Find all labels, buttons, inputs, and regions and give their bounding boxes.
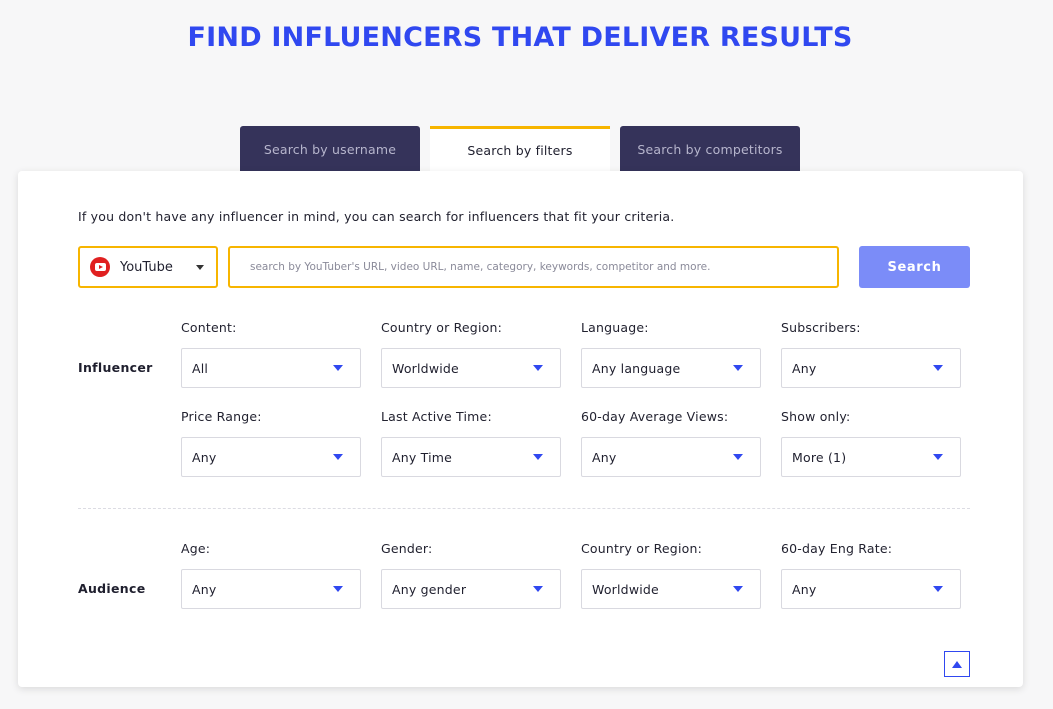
audience-section-label: Audience [78,581,146,596]
show-only-filter-select[interactable]: More (1) [781,437,961,477]
age-filter-select[interactable]: Any [181,569,361,609]
gender-filter-value: Any gender [392,581,467,597]
gender-filter-label: Gender: [381,541,433,556]
eng-rate-filter-select[interactable]: Any [781,569,961,609]
search-input[interactable] [228,246,839,288]
audience-country-filter-select[interactable]: Worldwide [581,569,761,609]
country-filter-select[interactable]: Worldwide [381,348,561,388]
tab-search-by-competitors[interactable]: Search by competitors [620,126,800,172]
caret-down-icon [733,454,743,460]
caret-down-icon [933,586,943,592]
country-filter-value: Worldwide [392,360,459,376]
caret-down-icon [533,454,543,460]
platform-select[interactable]: YouTube [78,246,218,288]
section-divider [78,508,970,509]
gender-filter-select[interactable]: Any gender [381,569,561,609]
content-filter-label: Content: [181,320,237,335]
subscribers-filter-select[interactable]: Any [781,348,961,388]
eng-rate-filter-label: 60-day Eng Rate: [781,541,893,556]
filters-panel: If you don't have any influencer in mind… [18,171,1023,687]
subscribers-filter-value: Any [792,360,817,376]
age-filter-value: Any [192,581,217,597]
eng-rate-filter-value: Any [792,581,817,597]
caret-down-icon [533,586,543,592]
last-active-filter-label: Last Active Time: [381,409,492,424]
content-filter-select[interactable]: All [181,348,361,388]
price-range-filter-select[interactable]: Any [181,437,361,477]
caret-down-icon [733,586,743,592]
tab-search-by-username[interactable]: Search by username [240,126,420,172]
platform-label: YouTube [120,259,173,275]
language-filter-value: Any language [592,360,681,376]
youtube-icon [90,257,110,277]
tab-search-by-filters[interactable]: Search by filters [430,126,610,172]
intro-text: If you don't have any influencer in mind… [78,209,675,224]
content-filter-value: All [192,360,209,376]
average-views-filter-label: 60-day Average Views: [581,409,729,424]
subscribers-filter-label: Subscribers: [781,320,861,335]
caret-down-icon [533,365,543,371]
caret-down-icon [933,365,943,371]
collapse-filters-button[interactable] [944,651,970,677]
price-range-filter-value: Any [192,449,217,465]
caret-down-icon [333,365,343,371]
caret-up-icon [952,660,962,668]
language-filter-select[interactable]: Any language [581,348,761,388]
audience-country-filter-label: Country or Region: [581,541,702,556]
average-views-filter-select[interactable]: Any [581,437,761,477]
caret-down-icon [196,265,204,270]
caret-down-icon [333,454,343,460]
show-only-filter-value: More (1) [792,449,847,465]
audience-country-filter-value: Worldwide [592,581,659,597]
last-active-filter-value: Any Time [392,449,453,465]
show-only-filter-label: Show only: [781,409,851,424]
last-active-filter-select[interactable]: Any Time [381,437,561,477]
age-filter-label: Age: [181,541,211,556]
language-filter-label: Language: [581,320,649,335]
country-filter-label: Country or Region: [381,320,502,335]
average-views-filter-value: Any [592,449,617,465]
caret-down-icon [733,365,743,371]
caret-down-icon [933,454,943,460]
page-title: FIND INFLUENCERS THAT DELIVER RESULTS [187,22,853,53]
caret-down-icon [333,586,343,592]
influencer-section-label: Influencer [78,360,153,375]
price-range-filter-label: Price Range: [181,409,262,424]
search-button[interactable]: Search [859,246,970,288]
